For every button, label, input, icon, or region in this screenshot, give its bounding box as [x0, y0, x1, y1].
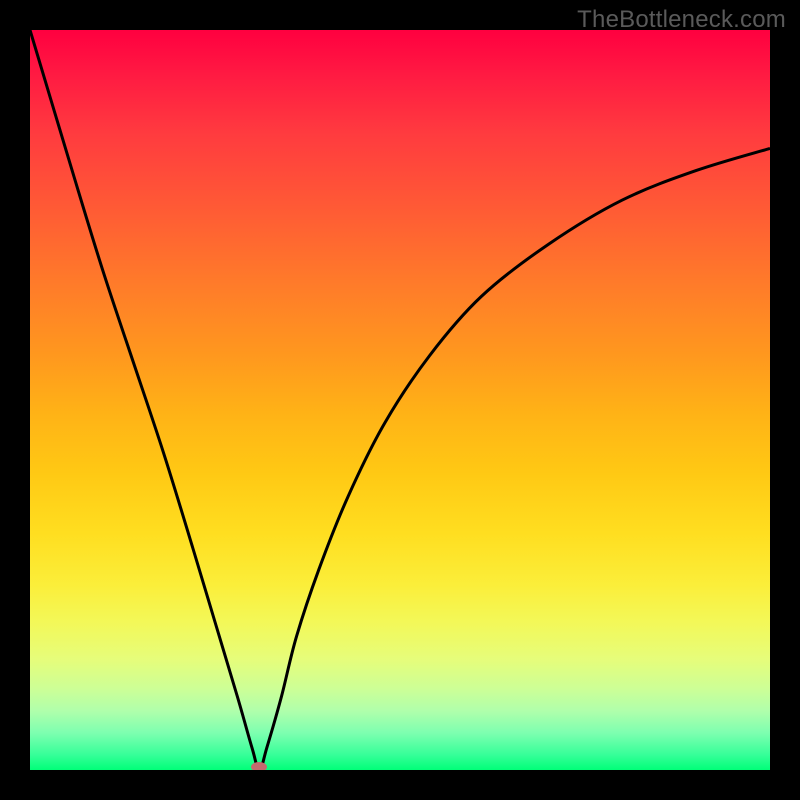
curve-layer	[30, 30, 770, 770]
bottleneck-curve	[30, 30, 770, 770]
chart-frame: TheBottleneck.com	[0, 0, 800, 800]
minimum-marker	[251, 762, 267, 770]
chart-plot-area	[30, 30, 770, 770]
watermark-text: TheBottleneck.com	[577, 6, 786, 34]
